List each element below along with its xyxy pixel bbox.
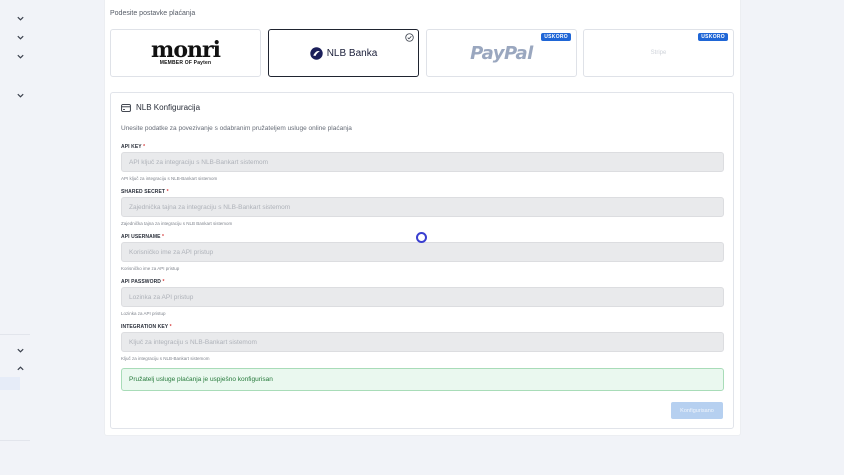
monri-logo-sub: MEMBER OF Payten [159,60,212,66]
shared-secret-label-text: SHARED SECRET [121,189,166,195]
api-key-help: API ključ za integraciju s NLB-Bankart s… [121,176,218,181]
chevron-up-icon[interactable] [15,363,25,373]
api-password-input[interactable] [121,287,724,307]
credit-card-icon [121,103,131,112]
integration-key-label: INTEGRATION KEY * [121,324,172,330]
integration-key-help: Ključ za integraciju s NLB-Bankart siste… [121,356,210,361]
api-username-help: Korisničko ime za API pristup [121,266,180,271]
api-key-input[interactable] [121,152,724,172]
sidebar-active-item[interactable] [0,377,20,390]
success-alert: Pružatelj usluge plaćanja je uspješno ko… [121,368,724,391]
config-description: Unesite podatke za povezivanje s odabran… [121,125,352,132]
api-username-input[interactable] [121,242,724,262]
required-marker: * [162,279,165,285]
required-marker: * [169,324,172,330]
api-password-help: Lozinka za API pristup [121,311,166,316]
provider-option-nlb[interactable]: NLB Banka [268,29,419,77]
shared-secret-label: SHARED SECRET * [121,189,169,195]
sidebar-divider [0,440,30,441]
configured-button[interactable]: Konfigurisano [671,402,723,419]
chevron-down-icon[interactable] [15,32,25,42]
coming-soon-badge: USKORO [698,33,728,41]
integration-key-label-text: INTEGRATION KEY [121,324,169,330]
shared-secret-input[interactable] [121,197,724,217]
chevron-down-icon[interactable] [15,51,25,61]
chevron-down-icon[interactable] [15,13,25,23]
section-label: Podesite postavke plaćanja [110,10,196,17]
monri-logo-word: monri [151,37,221,63]
api-key-label-text: API KEY [121,144,142,150]
nlb-logo-text: NLB Banka [326,47,378,59]
required-marker: * [162,234,165,240]
api-key-label: API KEY * [121,144,145,150]
paypal-logo: PayPal [470,42,533,64]
sidebar [0,0,44,475]
required-marker: * [143,144,146,150]
config-title: NLB Konfiguracija [121,103,200,112]
provider-option-paypal[interactable]: USKORO PayPal [426,29,577,77]
chevron-down-icon[interactable] [15,90,25,100]
api-password-label: API PASSWORD * [121,279,165,285]
provider-option-stripe[interactable]: USKORO Stripe [583,29,734,77]
provider-option-monri[interactable]: monri MEMBER OF Payten [110,29,261,77]
shared-secret-help: Zajednička tajna za integraciju s NLB Ba… [121,221,233,226]
config-title-text: NLB Konfiguracija [136,103,201,112]
coming-soon-badge: USKORO [541,33,571,41]
check-circle-icon [405,33,414,42]
monri-logo: monri MEMBER OF Payten [151,37,221,66]
required-marker: * [166,189,169,195]
stripe-logo: Stripe [650,50,667,56]
chevron-down-icon[interactable] [15,345,25,355]
api-username-label-text: API USERNAME [121,234,161,240]
api-password-label-text: API PASSWORD [121,279,161,285]
cursor-indicator [416,232,427,243]
nlb-logo-icon [310,46,323,60]
integration-key-input[interactable] [121,332,724,352]
sidebar-divider [0,334,30,335]
nlb-logo: NLB Banka [310,46,378,60]
api-username-label: API USERNAME * [121,234,164,240]
